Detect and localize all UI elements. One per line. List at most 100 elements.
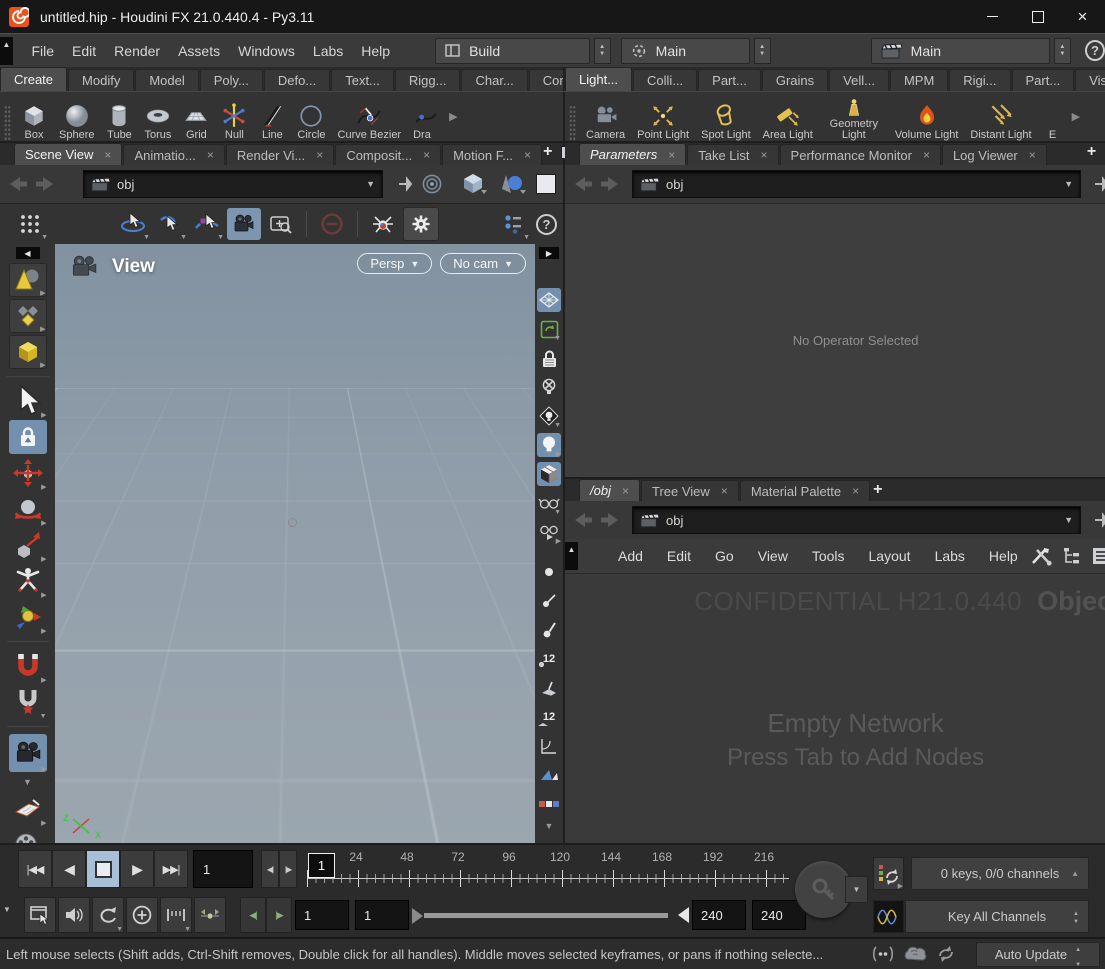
render-reel-button[interactable]: ▶	[9, 828, 47, 843]
parameters-path-dropdown[interactable]: obj ▼	[632, 170, 1081, 198]
tab-animation-editor[interactable]: Animatio...×	[123, 144, 224, 165]
network-path-dropdown[interactable]: obj ▼	[632, 506, 1081, 534]
tool-camera[interactable]: Camera	[580, 101, 631, 141]
desktop-selector[interactable]: Build	[435, 38, 590, 64]
back-arrow-icon[interactable]	[572, 174, 594, 194]
playbar-stow-button[interactable]: ▼	[3, 905, 11, 914]
update-mode-dropdown[interactable]: Auto Update ▲▼	[976, 942, 1100, 967]
close-button[interactable]: ×	[1060, 0, 1105, 33]
network-menu-help[interactable]: Help	[977, 548, 1030, 564]
play-backward-button[interactable]: ◀	[52, 850, 86, 888]
shading-mode-icon[interactable]	[497, 172, 527, 196]
viewer-spinner[interactable]: ▲▼	[754, 38, 771, 64]
viewport-update-button[interactable]: ▼	[537, 317, 561, 341]
minimize-button[interactable]	[970, 0, 1015, 33]
forward-arrow-icon[interactable]	[599, 510, 621, 530]
tab-close-icon[interactable]: ×	[761, 148, 768, 162]
animation-editor-button[interactable]	[873, 900, 904, 933]
prim-numbers-button[interactable]: 12	[537, 705, 561, 729]
tab-close-icon[interactable]: ×	[316, 148, 323, 162]
interrupt-indicator-icon[interactable]	[872, 945, 894, 963]
list-menu-icon[interactable]	[1092, 547, 1105, 565]
range-step-forward-button[interactable]: |▶	[266, 897, 292, 933]
audio-button[interactable]	[58, 897, 90, 933]
pane-stow-button[interactable]: ▲	[565, 542, 578, 570]
forward-arrow-icon[interactable]	[599, 174, 621, 194]
wrench-icon[interactable]	[1030, 546, 1052, 566]
playback-end-field[interactable]: 240	[692, 900, 746, 930]
realtime-toggle-button[interactable]	[126, 897, 158, 933]
stow-left-button[interactable]: ◀	[16, 247, 40, 259]
tab-close-icon[interactable]: ×	[423, 148, 430, 162]
tool-volume-light[interactable]: Volume Light	[889, 101, 965, 141]
menu-render[interactable]: Render	[105, 34, 169, 67]
tick-display-button[interactable]: ▼	[160, 897, 192, 933]
tab-render-view[interactable]: Render Vi...×	[226, 144, 334, 165]
tree-view-icon[interactable]	[1063, 547, 1081, 565]
global-end-field[interactable]: 240	[752, 900, 806, 930]
normal-lighting-button[interactable]: ▶	[537, 433, 561, 457]
point-normals-button[interactable]	[537, 589, 561, 613]
camera-button[interactable]: No cam▼	[440, 253, 526, 274]
shelf-tab-texture[interactable]: Text...	[331, 69, 394, 91]
camera-lock-button[interactable]	[537, 346, 561, 370]
select-visible-button[interactable]: ▼	[496, 208, 530, 240]
viewport-help-button[interactable]: ?	[536, 214, 557, 235]
prim-normals-button[interactable]	[537, 676, 561, 700]
tab-close-icon[interactable]: ×	[622, 484, 629, 498]
more-display-chevron[interactable]: ▼	[545, 821, 554, 831]
tool-draw-curve[interactable]: Dra	[407, 101, 445, 141]
pin-icon[interactable]	[396, 175, 416, 193]
shelf-overflow-arrow[interactable]: ▶	[1068, 110, 1084, 123]
view-tool-button[interactable]	[227, 208, 261, 240]
tool-area-light[interactable]: Area Light	[757, 101, 819, 141]
select-tool-button[interactable]: ▶	[9, 384, 47, 418]
loop-mode-button[interactable]: ▼	[92, 897, 124, 933]
back-arrow-icon[interactable]	[572, 510, 594, 530]
tool-environment-light[interactable]: E	[1038, 109, 1068, 141]
select-cursor-button[interactable]: ▼	[153, 208, 187, 240]
color-swatch[interactable]	[536, 174, 556, 194]
shelf-tab-modify[interactable]: Modify	[68, 69, 134, 91]
snap-points-button[interactable]: ▼	[9, 685, 47, 719]
component-mode-button[interactable]: ▶	[9, 299, 47, 333]
stereo-review-button[interactable]: ▶	[537, 520, 561, 544]
shelf-tab-poly[interactable]: Poly...	[200, 69, 263, 91]
pose-tool-button[interactable]: ▶	[9, 564, 47, 598]
viewport-settings-button[interactable]	[403, 207, 439, 241]
profiles-button[interactable]	[537, 734, 561, 758]
playbar-options-button[interactable]	[24, 897, 56, 933]
uv-overlay-button[interactable]	[537, 792, 561, 816]
shelf-tab-rigging[interactable]: Rigg...	[395, 69, 461, 91]
pin-icon[interactable]	[1092, 511, 1105, 529]
shelf-tab-model[interactable]: Model	[135, 69, 198, 91]
go-to-start-button[interactable]: |◀◀	[18, 850, 52, 888]
tools-grid-button[interactable]: ▼	[14, 208, 48, 240]
pane-stow-button[interactable]: ▲	[0, 37, 13, 65]
new-tab-button[interactable]: +	[1087, 143, 1096, 161]
shelf-tab-deform[interactable]: Defo...	[264, 69, 330, 91]
tab-take-list[interactable]: Take List×	[687, 144, 778, 165]
network-menu-tools[interactable]: Tools	[800, 548, 857, 564]
step-back-button[interactable]: ◀|	[261, 850, 279, 888]
menu-help[interactable]: Help	[352, 34, 399, 67]
tool-null[interactable]: Null	[215, 101, 253, 141]
key-scope-dropdown[interactable]: Key All Channels ▲▼	[905, 900, 1089, 933]
no-lighting-button[interactable]	[537, 375, 561, 399]
translate-tool-button[interactable]: ▶	[9, 456, 47, 490]
network-menu-go[interactable]: Go	[703, 548, 746, 564]
tab-close-icon[interactable]: ×	[721, 484, 728, 498]
tool-geometry-light[interactable]: Geometry Light	[819, 96, 889, 141]
shelf-tab-particlefluids[interactable]: Part...	[1012, 69, 1075, 91]
tool-sphere[interactable]: Sphere	[53, 101, 100, 141]
pin-icon[interactable]	[1092, 175, 1105, 193]
network-menu-view[interactable]: View	[746, 548, 800, 564]
tab-close-icon[interactable]: ×	[1029, 148, 1036, 162]
new-tab-button[interactable]: +	[543, 143, 552, 161]
snap-mode-button[interactable]	[315, 208, 349, 240]
network-menu-edit[interactable]: Edit	[655, 548, 703, 564]
more-tools-chevron[interactable]: ▼	[23, 777, 32, 787]
view-mode-button[interactable]: ▶	[9, 734, 47, 772]
tab-composite-view[interactable]: Composit...×	[335, 144, 441, 165]
tab-log-viewer[interactable]: Log Viewer×	[942, 144, 1047, 165]
